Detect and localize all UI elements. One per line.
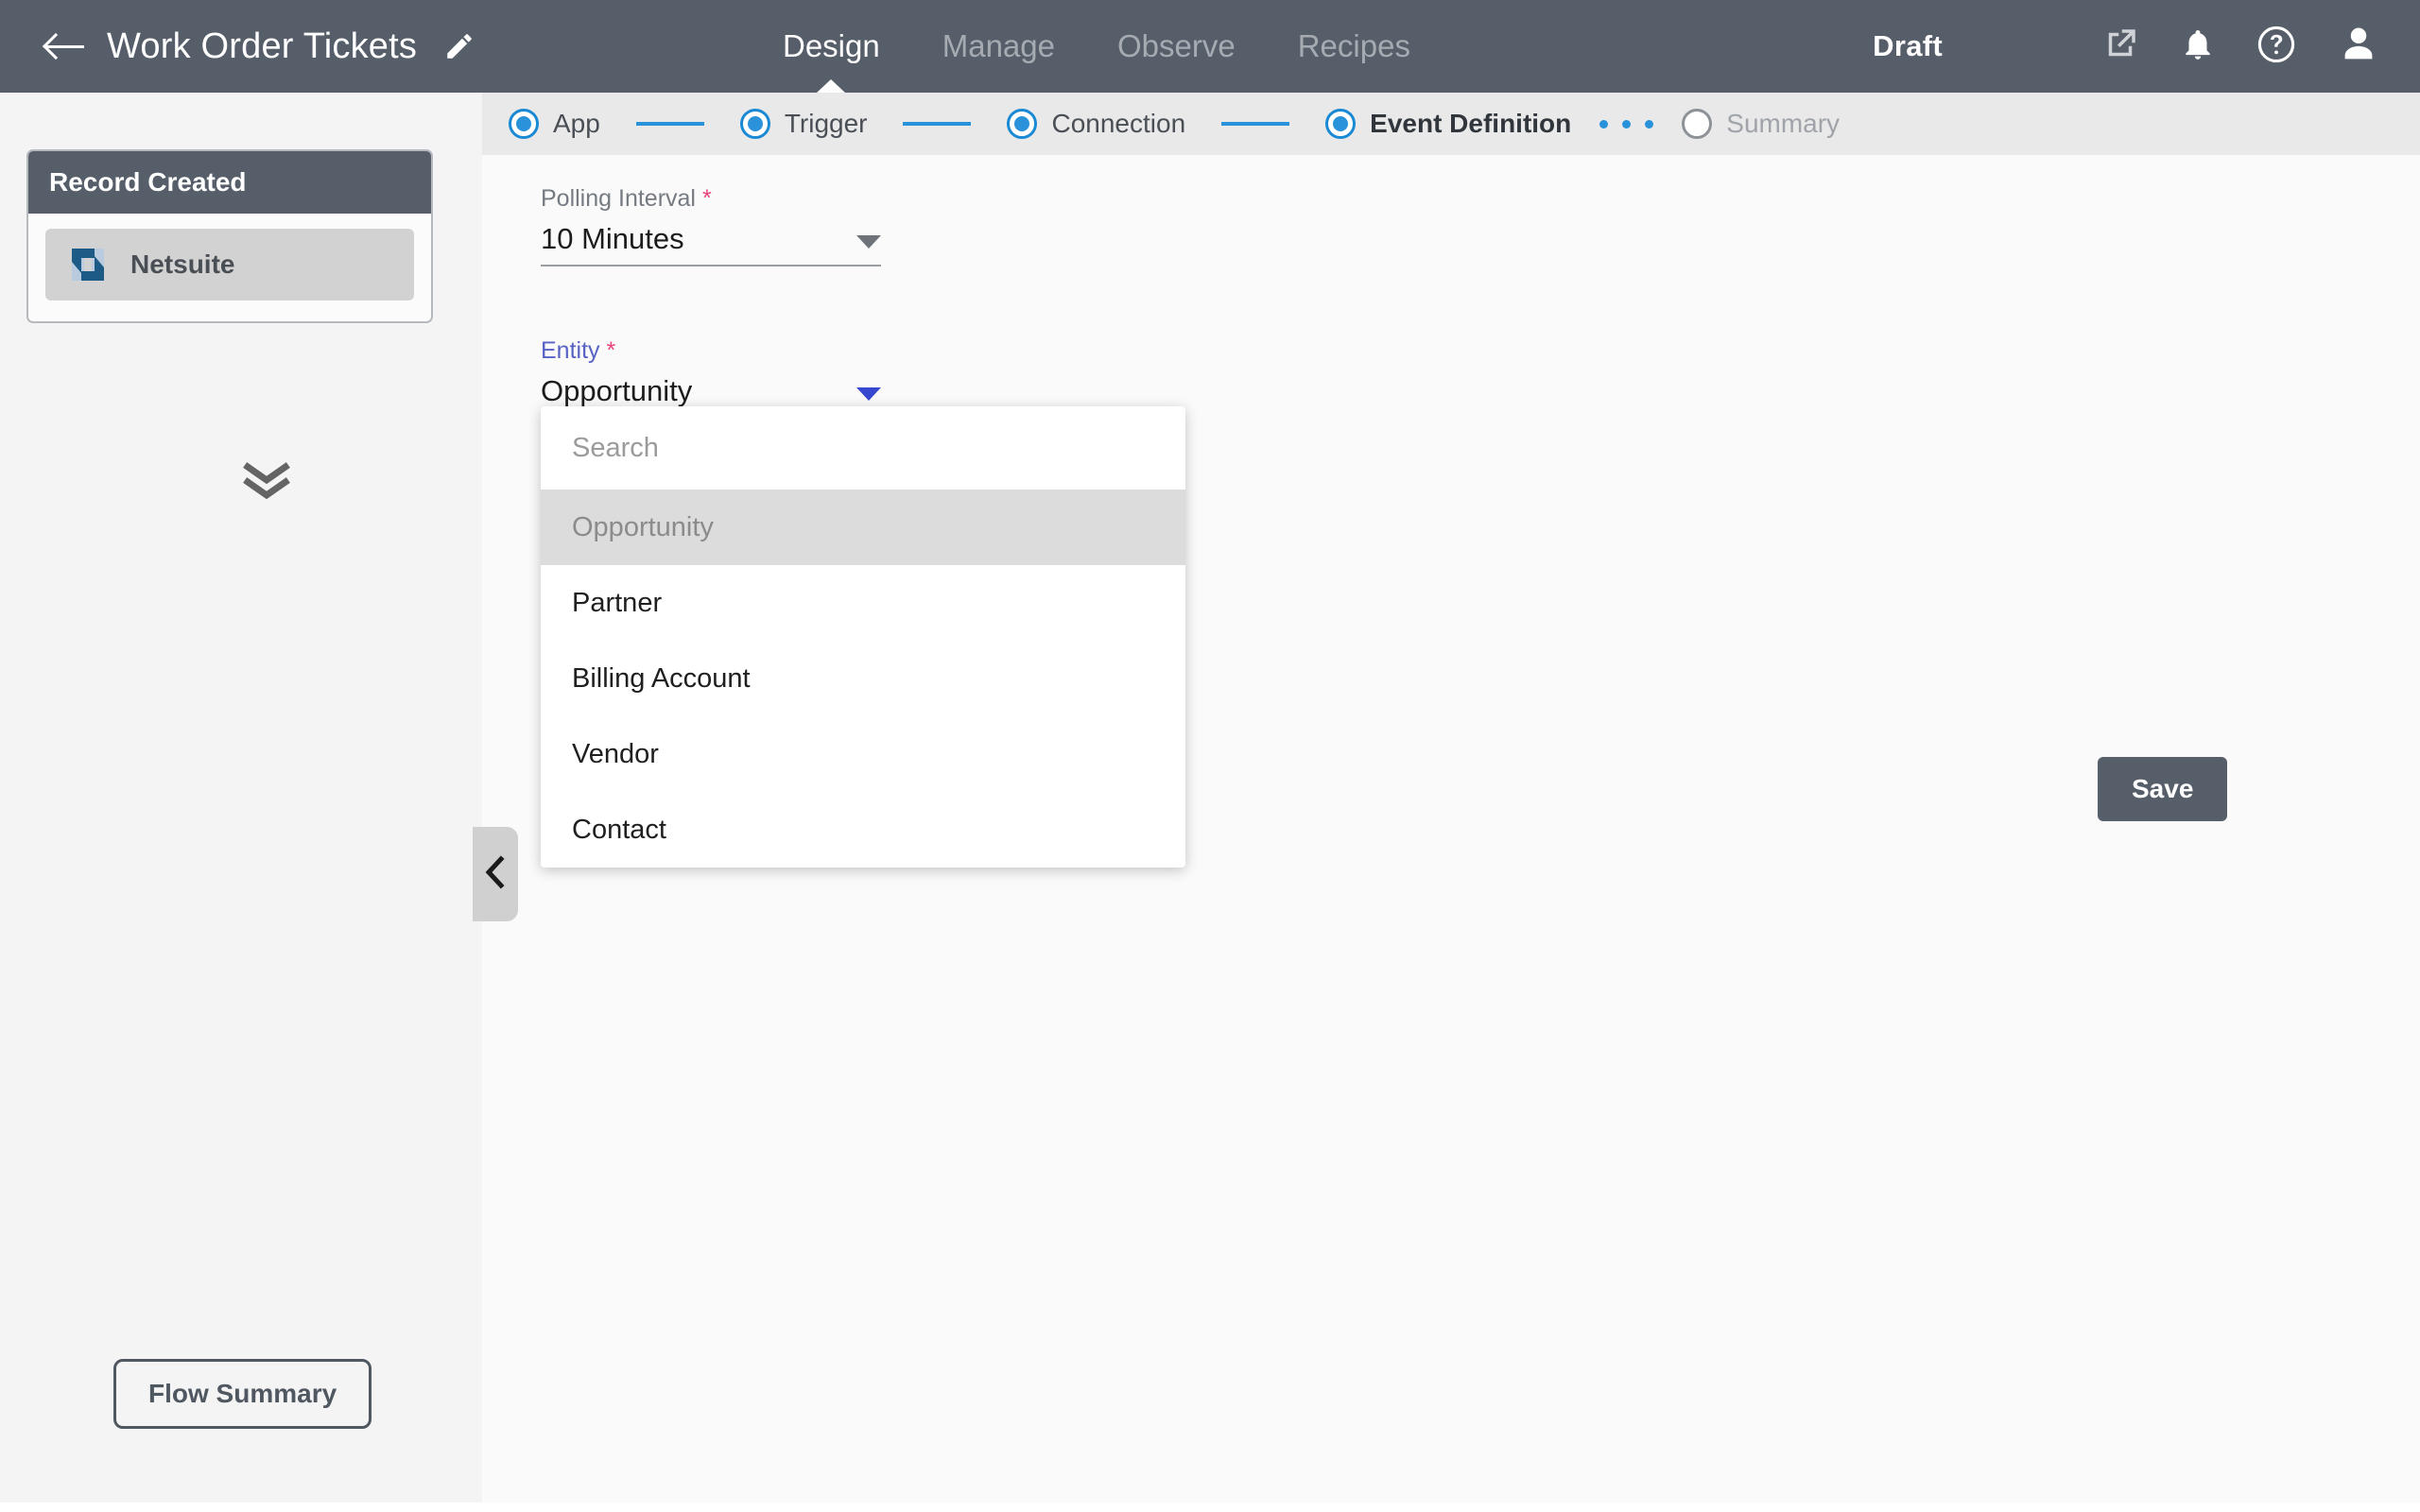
entity-label: Entity *: [541, 337, 881, 365]
polling-interval-select[interactable]: 10 Minutes: [541, 222, 881, 266]
page-title: Work Order Tickets: [107, 26, 418, 66]
step-summary-label: Summary: [1726, 109, 1841, 138]
step-connection-radio-icon: [1007, 109, 1038, 139]
chevron-down-icon: [856, 387, 881, 401]
step-event-definition-radio-icon: [1325, 109, 1357, 139]
netsuite-logo-icon: [66, 243, 110, 286]
field-polling-interval: Polling Interval * 10 Minutes: [541, 185, 881, 266]
step-app-label: App: [553, 109, 600, 138]
step-connection[interactable]: Connection: [1007, 109, 1185, 139]
help-circle-icon[interactable]: [2256, 24, 2297, 70]
step-summary-radio-icon: [1682, 109, 1713, 139]
chevron-left-icon: [483, 854, 508, 894]
step-connector-3: [1221, 122, 1290, 126]
tab-observe[interactable]: Observe: [1112, 0, 1241, 93]
polling-interval-label-text: Polling Interval: [541, 185, 696, 212]
tab-design[interactable]: Design: [777, 0, 886, 93]
step-app[interactable]: App: [509, 109, 600, 139]
entity-dropdown-menu: Opportunity Partner Billing Account Vend…: [541, 406, 1185, 868]
search-input[interactable]: [572, 432, 1154, 464]
header-left-group: Work Order Tickets: [0, 26, 482, 67]
dropdown-option-vendor[interactable]: Vendor: [541, 716, 1185, 792]
step-connector-dots: [1599, 119, 1654, 129]
polling-interval-value: 10 Minutes: [541, 222, 684, 255]
flow-node-item-netsuite[interactable]: Netsuite: [45, 229, 414, 301]
header-right-group: Draft: [1873, 0, 2380, 93]
step-connection-label: Connection: [1051, 109, 1186, 138]
field-entity: Entity * Opportunity: [541, 337, 881, 413]
step-event-definition[interactable]: Event Definition: [1325, 109, 1571, 139]
status-badge: Draft: [1873, 29, 1943, 62]
back-arrow-icon[interactable]: [43, 29, 86, 63]
step-trigger-label: Trigger: [784, 109, 868, 138]
step-connector-1: [635, 122, 704, 126]
flow-node-record-created[interactable]: Record Created Netsuite: [26, 149, 433, 323]
entity-value: Opportunity: [541, 374, 693, 407]
wizard-stepper: App Trigger Connection Event Definition …: [482, 93, 2420, 155]
entity-label-text: Entity: [541, 337, 600, 364]
dropdown-option-opportunity[interactable]: Opportunity: [541, 490, 1185, 565]
bottom-strip: [0, 1503, 2420, 1512]
dropdown-option-partner[interactable]: Partner: [541, 565, 1185, 641]
dropdown-option-billing-account[interactable]: Billing Account: [541, 641, 1185, 716]
pencil-icon[interactable]: [443, 30, 475, 62]
bell-icon[interactable]: [2180, 25, 2216, 69]
double-chevron-down-icon[interactable]: [241, 461, 292, 503]
chevron-down-icon: [856, 235, 881, 249]
step-app-radio-icon: [509, 109, 539, 139]
event-definition-form: Polling Interval * 10 Minutes Entity * O…: [482, 155, 2420, 1512]
flow-node-item-label: Netsuite: [130, 249, 235, 279]
user-avatar-icon[interactable]: [2337, 23, 2380, 71]
step-connector-2: [903, 122, 972, 126]
save-button[interactable]: Save: [2098, 757, 2228, 821]
dropdown-option-contact[interactable]: Contact: [541, 792, 1185, 868]
step-trigger[interactable]: Trigger: [739, 109, 868, 139]
required-asterisk: *: [701, 185, 712, 212]
polling-interval-label: Polling Interval *: [541, 185, 881, 213]
tab-recipes[interactable]: Recipes: [1292, 0, 1416, 93]
external-link-icon[interactable]: [2100, 25, 2140, 69]
step-summary[interactable]: Summary: [1682, 109, 1840, 139]
app-header: Work Order Tickets Design Manage Observe…: [0, 0, 2420, 93]
panel-collapse-handle[interactable]: [473, 827, 518, 921]
flow-node-body: Netsuite: [28, 214, 431, 321]
required-asterisk: *: [606, 337, 616, 364]
step-trigger-radio-icon: [739, 109, 770, 139]
step-event-definition-label: Event Definition: [1370, 109, 1572, 138]
tab-manage[interactable]: Manage: [937, 0, 1061, 93]
header-tabs: Design Manage Observe Recipes: [777, 0, 1416, 93]
flow-summary-button[interactable]: Flow Summary: [113, 1359, 372, 1429]
flow-canvas-panel: Record Created Netsuite Flow Summary: [0, 93, 482, 1512]
dropdown-search-row: [541, 406, 1185, 490]
flow-node-title: Record Created: [28, 151, 431, 214]
